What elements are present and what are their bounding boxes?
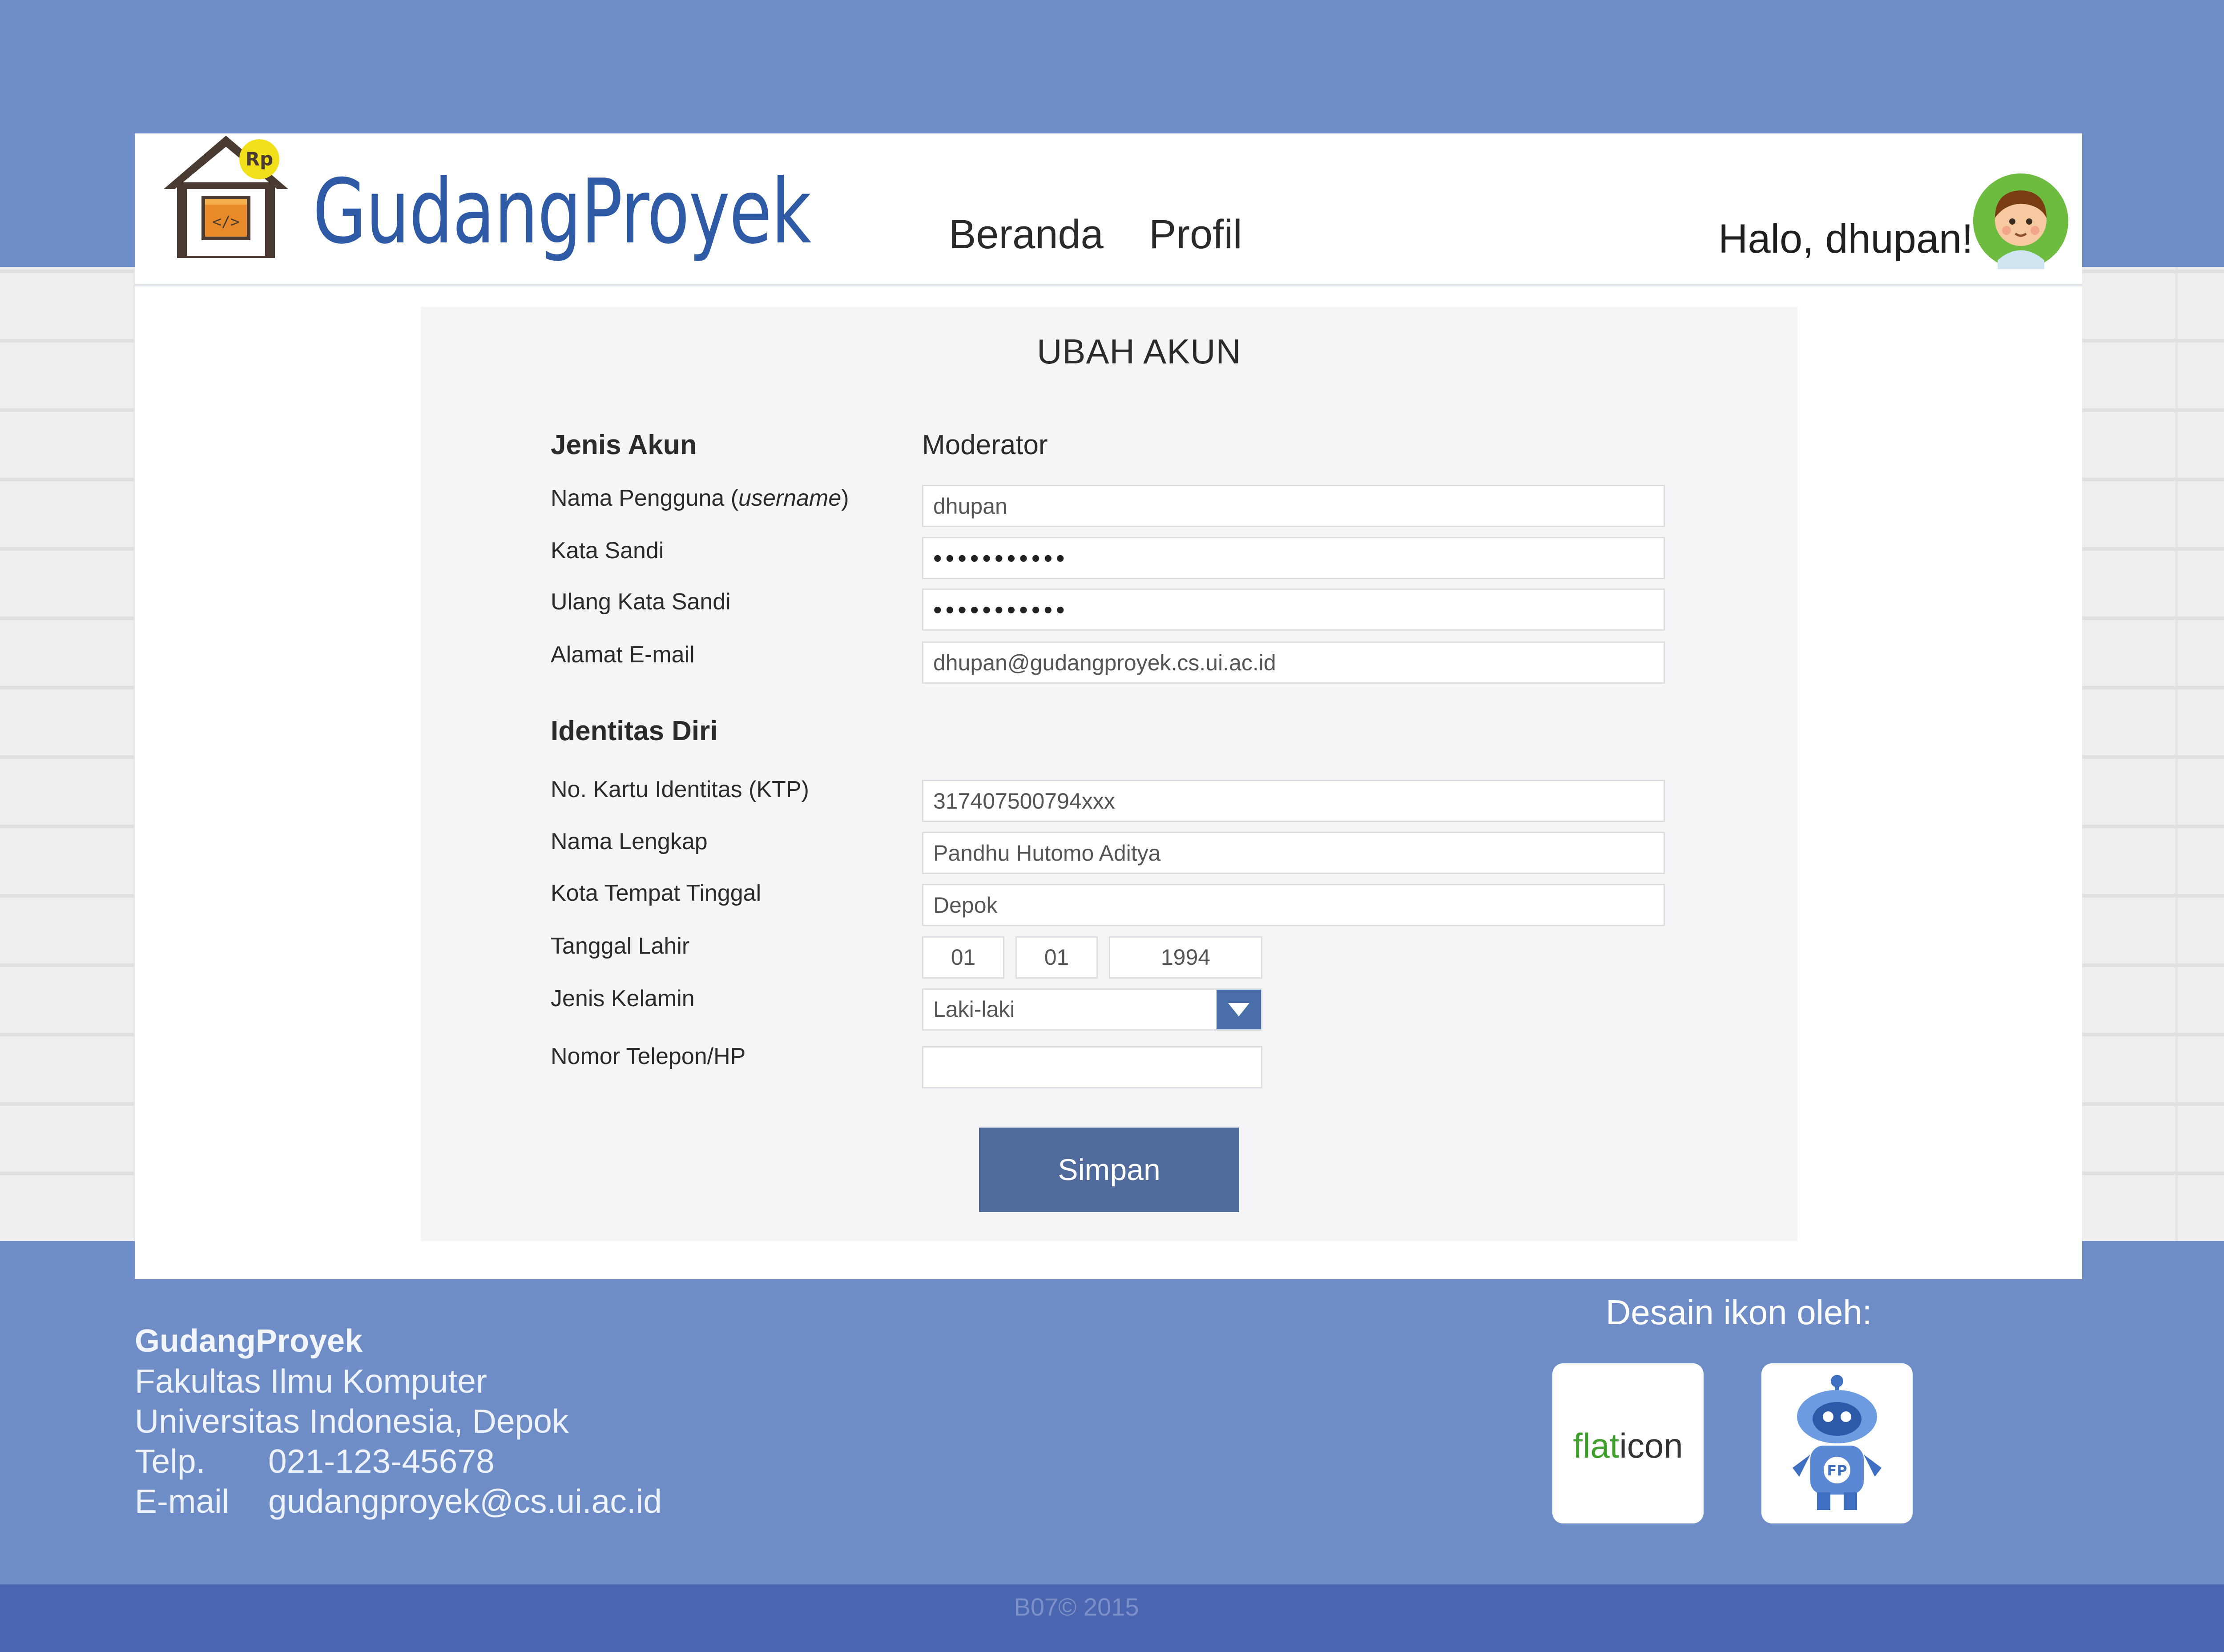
freepik-robot-logo[interactable]: FP [1761,1363,1913,1523]
house-logo-icon[interactable]: </> Rp [159,133,293,258]
full-name-input[interactable] [922,832,1665,874]
birth-year-input[interactable]: 1994 [1109,936,1262,979]
icons-credit-label: Desain ikon oleh: [1606,1293,1872,1332]
svg-text:FP: FP [1827,1462,1847,1479]
footer-phone: Telp. 021-123-45678 [135,1442,495,1480]
password-repeat-input[interactable]: ••••••••••• [922,588,1665,631]
footer-org-name: GudangProyek [135,1323,363,1359]
phone-label: Nomor Telepon/HP [551,1044,746,1069]
city-input[interactable] [922,884,1665,926]
header-divider [135,284,2082,286]
edit-account-form: UBAH AKUN Jenis Akun Moderator Nama Peng… [421,307,1797,1241]
identity-section-heading: Identitas Diri [551,716,718,746]
password-input[interactable]: ••••••••••• [922,537,1665,579]
ktp-input[interactable] [922,780,1665,822]
gender-select[interactable]: Laki-laki [922,988,1262,1031]
footer-email-link[interactable]: gudangproyek@cs.ui.ac.id [268,1483,662,1520]
svg-text:</>: </> [212,213,239,231]
email-input[interactable] [922,641,1665,684]
ktp-label: No. Kartu Identitas (KTP) [551,777,809,802]
robot-icon: FP [1793,1375,1882,1510]
birth-month-input[interactable]: 01 [1015,936,1098,979]
nav-item-beranda[interactable]: Beranda [949,211,1104,258]
user-greeting: Halo, dhupan! [1718,216,1973,262]
svg-text:Rp: Rp [246,148,273,170]
form-title: UBAH AKUN [1037,332,1241,371]
footer-email: E-mail gudangproyek@cs.ui.ac.id [135,1483,662,1520]
password-label: Kata Sandi [551,538,664,564]
flaticon-logo[interactable]: flaticon [1552,1363,1704,1523]
brand-name[interactable]: GudangProyek [313,160,811,264]
user-avatar-icon[interactable] [1973,173,2069,269]
copyright-text: B07© 2015 [1014,1593,1139,1621]
gender-label: Jenis Kelamin [551,986,695,1011]
username-label: Nama Pengguna (username) [551,485,849,511]
footer-faculty: Fakultas Ilmu Komputer [135,1362,487,1400]
account-type-value: Moderator [922,430,1048,460]
account-section-heading: Jenis Akun [551,430,697,460]
birth-day-input[interactable]: 01 [922,936,1004,979]
password-repeat-label: Ulang Kata Sandi [551,589,731,615]
city-label: Kota Tempat Tinggal [551,880,761,906]
dropdown-arrow-icon[interactable] [1217,990,1261,1029]
footer-university: Universitas Indonesia, Depok [135,1402,569,1440]
main-card: </> Rp GudangProyek Beranda Profil Halo,… [135,133,2082,1279]
nav-item-profil[interactable]: Profil [1149,211,1242,258]
full-name-label: Nama Lengkap [551,829,708,854]
birth-date-label: Tanggal Lahir [551,933,690,959]
phone-input[interactable] [922,1046,1262,1088]
username-input[interactable] [922,485,1665,527]
gender-selected-value: Laki-laki [933,997,1015,1022]
save-button[interactable]: Simpan [979,1128,1239,1212]
footer-contact: GudangProyek Fakultas Ilmu Komputer Univ… [135,1321,662,1521]
email-label: Alamat E-mail [551,642,695,668]
